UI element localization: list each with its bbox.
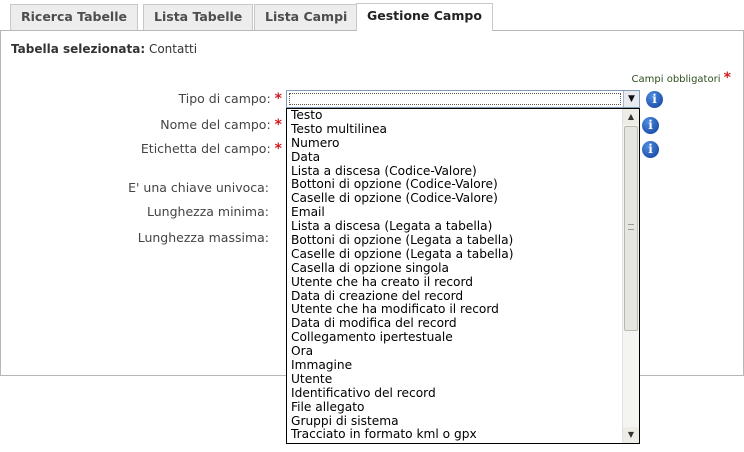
info-icon[interactable]: i [642,141,659,158]
tab-lista-campi[interactable]: Lista Campi [254,4,359,30]
dropdown-option[interactable]: Email [287,205,622,220]
chevron-down-icon[interactable]: ▼ [623,91,639,107]
field-nome-text: Nome del campo: [160,117,271,132]
option-list: Testo Testo multilinea Numero Data Lista a d… [287,109,622,442]
required-star: * [274,141,282,157]
selected-table-label: Tabella selezionata: [11,42,146,56]
required-star: * [274,117,282,133]
dropdown-option[interactable]: Collegamento ipertestuale [287,330,622,345]
dropdown-option[interactable]: Bottoni di opzione (Codice-Valore) [287,178,622,192]
dropdown-option[interactable]: Testo [287,109,622,123]
dropdown-option[interactable]: Gruppi di sistema [287,414,622,429]
field-tipo-text: Tipo di campo: [178,91,271,106]
scroll-down-icon[interactable]: ▼ [623,427,639,443]
dropdown-option[interactable]: Caselle di opzione (Codice-Valore) [287,191,622,206]
dropdown-option[interactable]: Lista a discesa (Codice-Valore) [287,164,622,179]
required-note-text: Campi obbligatori [631,74,721,85]
dropdown-option[interactable]: Utente [287,372,622,387]
selected-table-value: Contatti [148,42,198,56]
dropdown-option[interactable]: Data [287,150,622,165]
dropdown-option[interactable]: Utente che ha modificato il record [287,303,622,317]
focus-outline [289,93,621,105]
dropdown-option[interactable]: Data di creazione del record [287,289,622,304]
info-icon[interactable]: i [642,117,659,134]
dropdown-option[interactable]: Casella di opzione singola [287,261,622,276]
tipo-campo-dropdown: Testo Testo multilinea Numero Data Lista a d… [286,108,640,444]
dropdown-option[interactable]: Identificativo del record [287,386,622,401]
tab-lista-tabelle[interactable]: Lista Tabelle [143,4,254,30]
field-chiave-label: E' una chiave univoca: [128,180,269,195]
tipo-campo-select[interactable]: ▼ [286,90,640,108]
scroll-up-icon[interactable]: ▲ [623,109,639,125]
required-note: Campi obbligatori * [632,70,731,86]
grip-icon [628,224,634,230]
dropdown-option[interactable]: Immagine [287,358,622,373]
dropdown-option[interactable]: Caselle di opzione (Legata a tabella) [287,247,622,262]
dropdown-option[interactable]: Utente che ha creato il record [287,275,622,290]
tab-gestione-campo[interactable]: Gestione Campo [356,3,493,31]
dropdown-option[interactable]: Tracciato in formato kml o gpx [287,428,622,442]
dropdown-option[interactable]: File allegato [287,400,622,415]
selected-table: Tabella selezionata: Contatti [11,42,197,56]
dropdown-option[interactable]: Bottoni di opzione (Legata a tabella) [287,233,622,248]
field-max-label: Lunghezza massima: [137,230,269,245]
field-min-label: Lunghezza minima: [147,204,269,219]
tab-ricerca-tabelle[interactable]: Ricerca Tabelle [10,4,138,30]
dropdown-option[interactable]: Testo multilinea [287,122,622,137]
scroll-thumb[interactable] [624,126,638,331]
info-icon[interactable]: i [646,91,663,108]
field-etichetta-label: Etichetta del campo: * [141,141,282,157]
field-nome-label: Nome del campo: * [160,117,282,133]
dropdown-scrollbar[interactable]: ▲ ▼ [622,109,639,443]
field-etichetta-text: Etichetta del campo: [140,141,271,156]
dropdown-option[interactable]: Lista a discesa (Legata a tabella) [287,219,622,234]
dropdown-option[interactable]: Data di modifica del record [287,316,622,331]
tab-bar: Ricerca Tabelle Lista Tabelle Lista Camp… [0,0,744,31]
required-star: * [723,70,731,86]
required-star: * [274,91,282,107]
dropdown-option[interactable]: Numero [287,136,622,151]
field-tipo-label: Tipo di campo: * [179,91,283,107]
dropdown-option[interactable]: Ora [287,344,622,359]
